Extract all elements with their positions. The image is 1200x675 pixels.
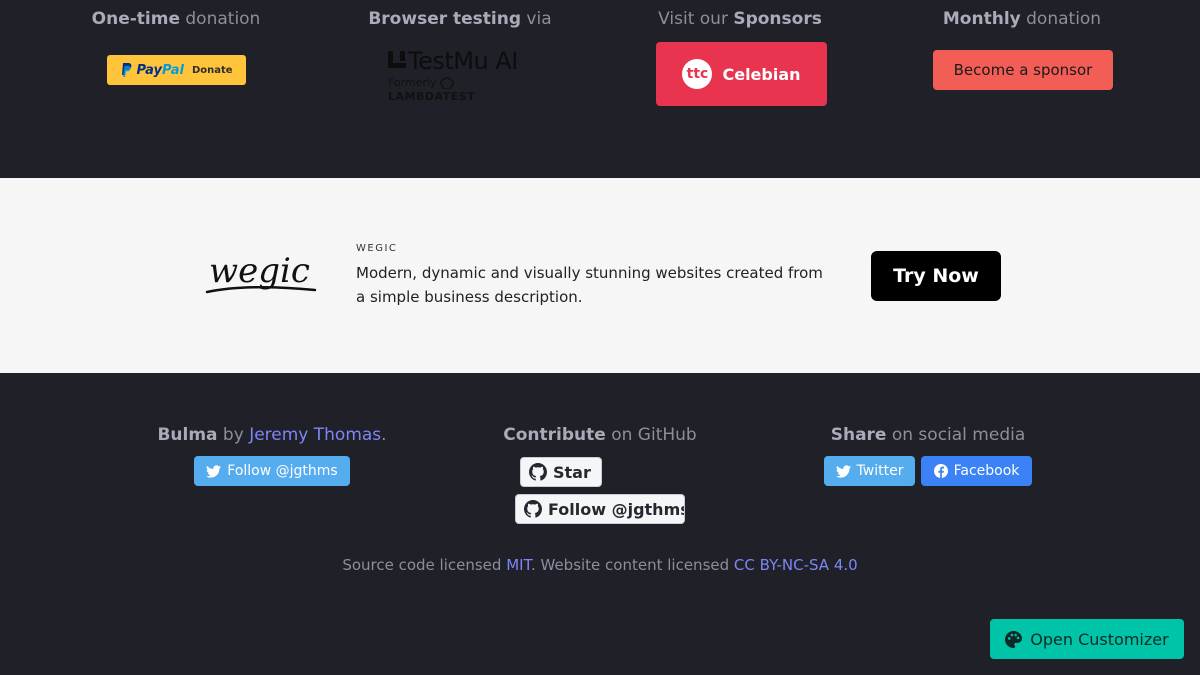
facebook-icon	[933, 464, 948, 478]
try-now-button[interactable]: Try Now	[871, 251, 1001, 301]
footer-contribute: Contribute on GitHub	[450, 424, 750, 446]
testmu-icon	[388, 51, 408, 73]
github-star-label: Star	[553, 462, 591, 482]
paypal-icon	[120, 63, 132, 77]
ad-description: Modern, dynamic and visually stunning we…	[356, 264, 823, 306]
share-facebook-label: Facebook	[953, 463, 1020, 479]
bulma-credit: Bulma by Jeremy Thomas.	[157, 425, 387, 445]
visit-sponsors: Visit our Sponsors ttc Celebian	[620, 8, 860, 106]
ad-kicker: WEGIC	[356, 243, 398, 254]
follow-twitter-button[interactable]: Follow @jgthms	[194, 456, 350, 486]
author-link[interactable]: Jeremy Thomas	[249, 425, 381, 445]
one-time-donation: One-time donation PayPal Donate	[56, 8, 296, 85]
become-sponsor-button[interactable]: Become a sponsor	[933, 50, 1113, 90]
share-heading: Share on social media	[830, 425, 1026, 445]
sponsor-row: One-time donation PayPal Donate Browser …	[0, 0, 1200, 178]
palette-icon	[1005, 630, 1023, 648]
browser-testing-heading: Browser testing via	[368, 9, 552, 29]
follow-twitter-label: Follow @jgthms	[227, 463, 338, 479]
celebian-label: Celebian	[722, 64, 801, 84]
github-icon	[524, 500, 542, 518]
github-icon	[529, 463, 547, 481]
cc-license-link[interactable]: CC BY-NC-SA 4.0	[734, 556, 858, 574]
share-twitter-label: Twitter	[856, 463, 904, 479]
share-twitter-button[interactable]: Twitter	[824, 456, 915, 486]
contribute-heading: Contribute on GitHub	[503, 425, 697, 445]
twitter-icon	[835, 464, 851, 478]
testmu-name: TestMu AI	[388, 46, 538, 76]
paypal-donate-button[interactable]: PayPal Donate	[107, 55, 246, 85]
license-text: Source code licensed MIT. Website conten…	[342, 556, 858, 574]
mit-license-link[interactable]: MIT	[506, 556, 531, 574]
celebian-icon: ttc	[682, 59, 713, 89]
formerly-lambdatest: Formerly LAMBDATEST	[388, 76, 476, 103]
monthly-donation: Monthly donation Become a sponsor	[902, 8, 1142, 90]
wegic-logo[interactable]: wegic	[205, 248, 320, 304]
github-follow-button[interactable]: Follow @jgthms	[515, 494, 685, 524]
monthly-heading: Monthly donation	[942, 9, 1102, 29]
wegic-ad: wegic WEGIC Modern, dynamic and visually…	[0, 178, 1200, 373]
svg-text:wegic: wegic	[209, 251, 310, 291]
footer-share: Share on social media	[778, 424, 1078, 446]
open-customizer-label: Open Customizer	[1030, 629, 1169, 649]
visit-sponsors-heading: Visit our Sponsors	[658, 9, 822, 29]
lambdatest-icon	[440, 77, 455, 89]
browser-testing: Browser testing via TestMu AI Formerly L…	[340, 8, 580, 103]
open-customizer-button[interactable]: Open Customizer	[990, 619, 1184, 659]
testmu-logo-link[interactable]: TestMu AI Formerly LAMBDATEST	[388, 46, 538, 104]
github-follow-label: Follow @jgthms	[548, 499, 685, 519]
github-star-button[interactable]: Star	[520, 457, 602, 487]
footer-bulma: Bulma by Jeremy Thomas.	[122, 424, 422, 446]
celebian-sponsor-link[interactable]: ttc Celebian	[656, 42, 827, 106]
one-time-heading: One-time donation	[91, 9, 261, 29]
twitter-icon	[206, 464, 222, 478]
share-facebook-button[interactable]: Facebook	[921, 456, 1032, 486]
